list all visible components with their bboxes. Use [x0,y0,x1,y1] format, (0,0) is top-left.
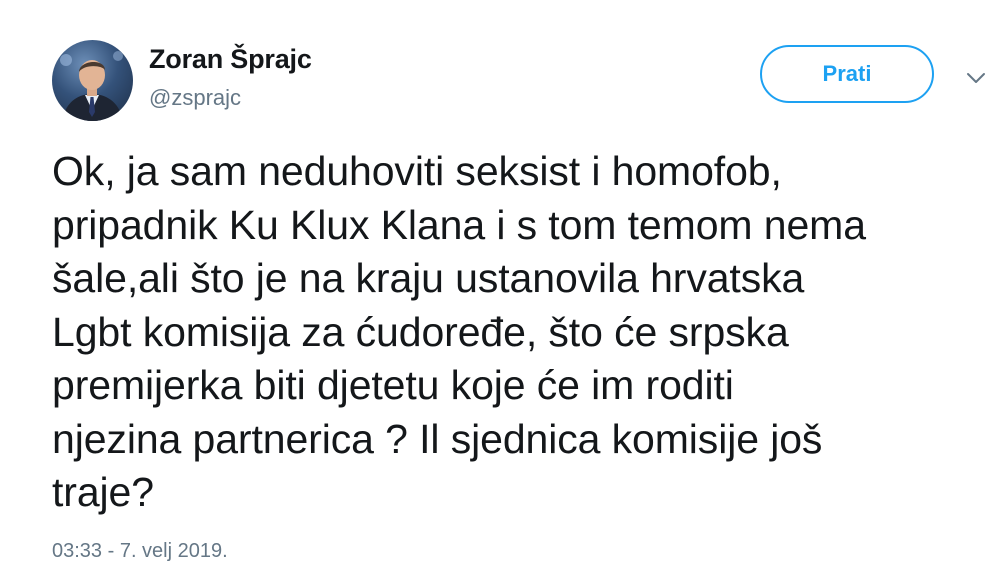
tweet-card: Zoran Šprajc @zsprajc Prati Ok, ja sam n… [0,0,1000,563]
tweet-text: Ok, ja sam neduhoviti seksist i homofob,… [52,148,866,515]
author-handle[interactable]: @zsprajc [149,85,241,111]
person-portrait-icon [60,51,123,121]
follow-button[interactable]: Prati [760,45,934,103]
author-display-name[interactable]: Zoran Šprajc [149,44,312,75]
tweet-timestamp[interactable]: 03:33 - 7. velj 2019. [52,540,228,563]
avatar[interactable] [52,40,133,121]
chevron-down-icon[interactable] [965,70,987,86]
